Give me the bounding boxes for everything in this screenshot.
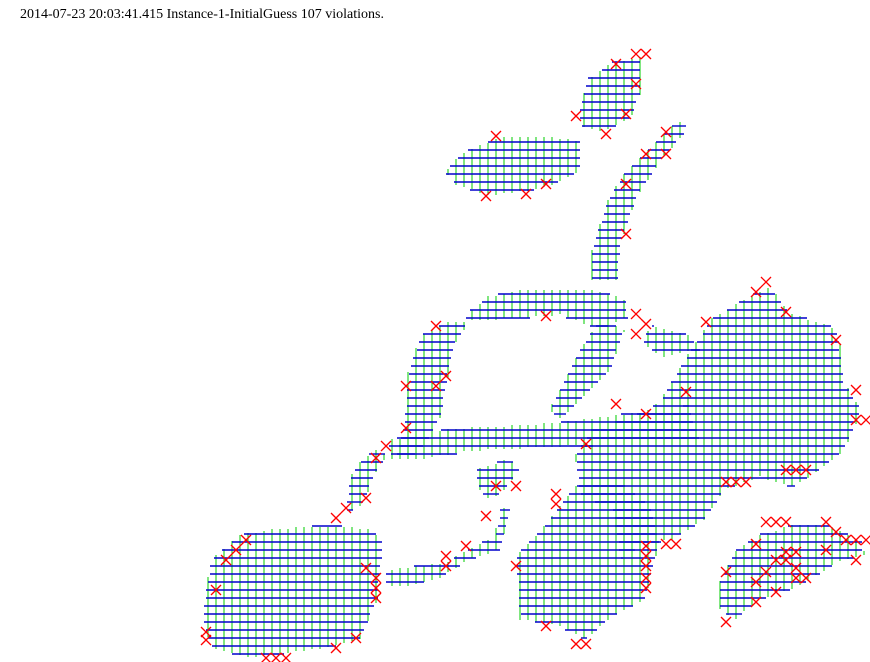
- violation-marker: [580, 438, 592, 450]
- violation-marker: [660, 126, 672, 138]
- violation-marker: [620, 178, 632, 190]
- violation-marker: [510, 480, 522, 492]
- patch-center-lower: [517, 480, 659, 639]
- patch-upper-bridge: [466, 290, 628, 328]
- violation-marker: [330, 512, 342, 524]
- violation-marker: [240, 534, 252, 546]
- violation-marker: [200, 626, 212, 638]
- violation-marker: [630, 328, 642, 340]
- patch-left-arm: [347, 450, 385, 511]
- violation-marker: [280, 652, 292, 662]
- patch-right-tab: [644, 325, 700, 357]
- violation-marker: [540, 310, 552, 322]
- patch-top-right: [580, 57, 641, 131]
- violation-marker: [760, 566, 772, 578]
- violation-marker: [760, 276, 772, 288]
- violation-marker: [780, 516, 792, 528]
- violation-marker: [770, 516, 782, 528]
- violation-marker: [630, 308, 642, 320]
- violation-marker: [640, 582, 652, 594]
- patch-mid-stub: [477, 460, 519, 498]
- violation-marker: [400, 380, 412, 392]
- violation-marker: [620, 228, 632, 240]
- violation-marker: [780, 554, 792, 566]
- violation-marker: [700, 316, 712, 328]
- violation-marker: [360, 562, 372, 574]
- violation-marker: [570, 110, 582, 122]
- violation-marker: [440, 550, 452, 562]
- violation-marker: [670, 538, 682, 550]
- violation-marker: [860, 534, 870, 546]
- violation-marker: [600, 128, 612, 140]
- violation-marker: [780, 306, 792, 318]
- violation-marker: [840, 534, 852, 546]
- violation-marker: [460, 540, 472, 552]
- violation-marker: [340, 502, 352, 514]
- violation-marker: [220, 554, 232, 566]
- patch-diag-strip: [591, 122, 686, 280]
- grid-layer: [204, 57, 865, 657]
- patch-mid-band: [551, 320, 625, 418]
- violation-marker: [720, 566, 732, 578]
- violation-marker: [780, 546, 792, 558]
- violation-marker: [550, 498, 562, 510]
- violation-map-canvas: [200, 48, 870, 662]
- violation-marker: [400, 422, 412, 434]
- patch-bottom-link: [386, 508, 510, 586]
- violation-marker: [640, 48, 652, 60]
- violation-marker: [580, 638, 592, 650]
- violation-marker: [570, 638, 582, 650]
- violation-marker: [540, 178, 552, 190]
- violation-marker: [660, 538, 672, 550]
- violation-marker: [720, 616, 732, 628]
- violation-marker: [640, 318, 652, 330]
- violation-marker: [200, 634, 212, 646]
- violation-marker: [440, 370, 452, 382]
- violation-marker: [550, 488, 562, 500]
- violation-marker: [860, 414, 870, 426]
- violation-marker: [630, 48, 642, 60]
- violation-marker: [850, 384, 862, 396]
- patch-top-left: [446, 137, 580, 195]
- violation-marker: [610, 398, 622, 410]
- violation-marker: [760, 516, 772, 528]
- violation-marker: [640, 550, 652, 562]
- violation-marker: [480, 510, 492, 522]
- violation-marker: [680, 386, 692, 398]
- violation-marker: [480, 190, 492, 202]
